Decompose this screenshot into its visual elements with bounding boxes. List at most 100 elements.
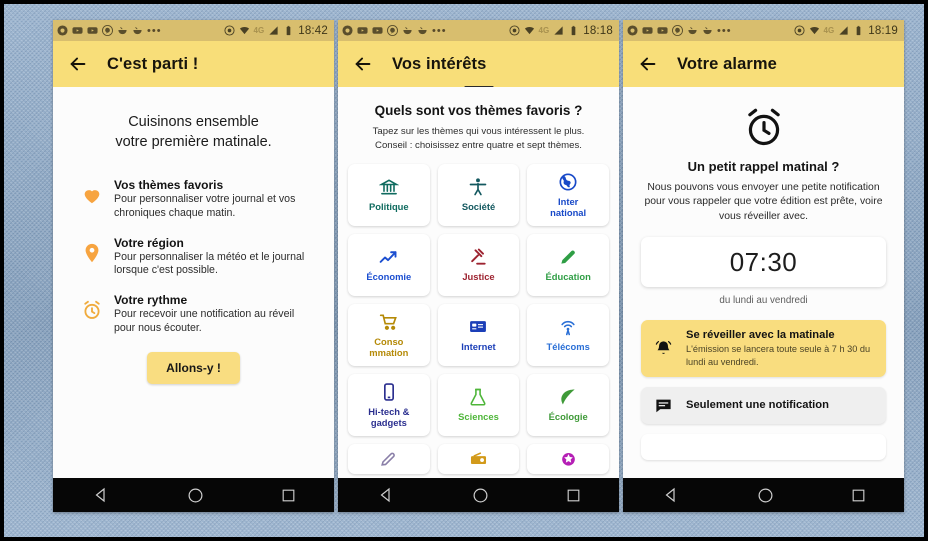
chat-notification-icon <box>653 396 674 415</box>
nav-recents-square-icon[interactable] <box>566 488 581 503</box>
nav-home-circle-icon[interactable] <box>472 487 489 504</box>
back-arrow-icon[interactable] <box>352 53 374 75</box>
globe-icon <box>558 171 578 193</box>
theme-tile-justice[interactable]: Justice <box>437 233 520 296</box>
alarm-option-title: Seulement une notification <box>686 399 829 412</box>
theme-grid: Politique Société Inter national Économi… <box>348 163 609 474</box>
theme-tile-economie[interactable]: Économie <box>348 233 430 296</box>
network-type-label: 4G <box>538 26 550 35</box>
theme-tile-international[interactable]: Inter national <box>527 163 609 226</box>
nav-home-circle-icon[interactable] <box>757 487 774 504</box>
flask-icon <box>468 386 488 408</box>
alarm-option-title: Se réveiller avec la matinale <box>686 329 835 342</box>
youtube-icon <box>72 27 83 34</box>
youtube-icon <box>87 27 98 34</box>
theme-tile-consommation[interactable]: Conso mmation <box>348 303 430 366</box>
nav-back-triangle-icon[interactable] <box>92 486 110 504</box>
signal-icon <box>839 26 848 35</box>
do-not-disturb-icon <box>794 25 805 36</box>
page-title: Vos intérêts <box>392 54 487 73</box>
nav-back-triangle-icon[interactable] <box>377 486 395 504</box>
location-pin-icon <box>81 236 103 269</box>
network-type-label: 4G <box>823 26 835 35</box>
feature-list: Vos thèmes favoris Pour personnaliser vo… <box>73 178 314 336</box>
pencil-icon <box>558 246 578 268</box>
theme-tile-partial-1[interactable] <box>348 443 430 474</box>
feature-title: Votre région <box>114 235 184 250</box>
app-bar: Votre alarme <box>623 41 904 87</box>
nav-back-triangle-icon[interactable] <box>662 486 680 504</box>
theme-tile-telecoms[interactable]: Télécoms <box>527 303 609 366</box>
phone-onboarding-intro: ••• 4G 18:42 C'est parti ! Cuisinons ens… <box>53 20 334 512</box>
alarm-clock-illustration <box>641 105 886 149</box>
feature-description: Pour recevoir une notification au réveil… <box>114 308 295 334</box>
do-not-disturb-icon <box>509 25 520 36</box>
alarm-clock-icon <box>81 293 103 326</box>
theme-tile-hitech[interactable]: Hi-tech & gadgets <box>348 373 430 436</box>
theme-tile-partial-3[interactable] <box>527 443 609 474</box>
theme-label: Économie <box>366 271 412 283</box>
theme-tile-societe[interactable]: Société <box>437 163 520 226</box>
battery-icon <box>856 25 861 36</box>
alarm-days-note: du lundi au vendredi <box>719 295 808 307</box>
alarm-option-wake-with-matinale[interactable]: Se réveiller avec la matinale L'émission… <box>641 320 886 377</box>
lets-go-button[interactable]: Allons-y ! <box>147 351 240 384</box>
status-bar: ••• 4G 18:18 <box>338 20 619 41</box>
chrome-icon <box>627 25 638 36</box>
nav-recents-square-icon[interactable] <box>281 488 296 503</box>
pinterest-icon <box>672 25 683 36</box>
theme-label: Société <box>461 201 496 213</box>
alarm-time-picker[interactable]: 07:30 <box>641 237 886 288</box>
heart-icon <box>81 178 103 211</box>
back-arrow-icon[interactable] <box>67 53 89 75</box>
feature-description: Pour personnaliser la météo et le journa… <box>114 250 305 277</box>
theme-tile-ecologie[interactable]: Écologie <box>527 373 609 436</box>
feature-description: Pour personnaliser votre journal et vos … <box>114 193 296 219</box>
interests-hint-line-1: Tapez sur les thèmes qui vous intéressen… <box>372 126 585 137</box>
status-bar-notification-icons: ••• <box>57 25 162 36</box>
status-bar-notification-icons: ••• <box>627 25 732 36</box>
intro-heading-line-1: Cuisinons ensemble <box>128 114 259 130</box>
chrome-icon <box>57 25 68 36</box>
alarm-time-value: 07:30 <box>729 246 798 277</box>
signal-icon <box>269 26 278 35</box>
feature-title: Vos thèmes favoris <box>114 178 224 193</box>
intro-heading-line-2: votre première matinale. <box>115 133 272 150</box>
monitor-icon <box>468 316 488 338</box>
status-bar: ••• 4G 18:19 <box>623 20 904 41</box>
alarm-option-partial[interactable] <box>641 433 886 460</box>
theme-label: Éducation <box>545 271 591 283</box>
nav-home-circle-icon[interactable] <box>187 487 204 504</box>
alarm-screen: Un petit rappel matinal ? Nous pouvons v… <box>623 87 904 478</box>
theme-tile-politique[interactable]: Politique <box>348 163 430 226</box>
nav-recents-square-icon[interactable] <box>851 488 866 503</box>
overflow-dots-icon: ••• <box>432 24 447 37</box>
battery-icon <box>571 25 576 36</box>
feature-title: Votre rythme <box>114 293 188 308</box>
theme-tile-partial-2[interactable] <box>437 443 520 474</box>
theme-label: Politique <box>369 201 409 213</box>
status-bar-system-icons: 4G 18:18 <box>509 25 613 37</box>
android-nav-bar <box>338 478 619 512</box>
do-not-disturb-icon <box>224 25 235 36</box>
network-type-label: 4G <box>253 26 265 35</box>
alarm-heading: Un petit rappel matinal ? <box>687 159 840 174</box>
radio-icon <box>469 448 488 470</box>
youtube-icon <box>372 27 383 34</box>
alarm-option-notification-only[interactable]: Seulement une notification <box>641 386 886 424</box>
status-bar-clock: 18:42 <box>298 24 328 37</box>
bell-ringing-icon <box>653 339 674 358</box>
theme-tile-sciences[interactable]: Sciences <box>437 373 520 436</box>
alarm-option-subtitle: L'émission se lancera toute seule à 7 h … <box>686 344 871 367</box>
list-item: Vos thèmes favoris Pour personnaliser vo… <box>81 178 314 221</box>
overflow-dots-icon: ••• <box>717 24 732 37</box>
back-arrow-icon[interactable] <box>637 53 659 75</box>
theme-tile-internet[interactable]: Internet <box>437 303 520 366</box>
battery-icon <box>286 25 291 36</box>
theme-tile-education[interactable]: Éducation <box>527 233 609 296</box>
food-bowl-icon <box>688 27 697 35</box>
interests-screen: Quels sont vos thèmes favoris ? Tapez su… <box>338 87 619 478</box>
intro-heading: Cuisinons ensemble votre première matina… <box>73 113 314 152</box>
food-bowl-icon <box>703 27 712 35</box>
phone-alarm: ••• 4G 18:19 Votre alarme Un petit rappe… <box>623 20 904 512</box>
